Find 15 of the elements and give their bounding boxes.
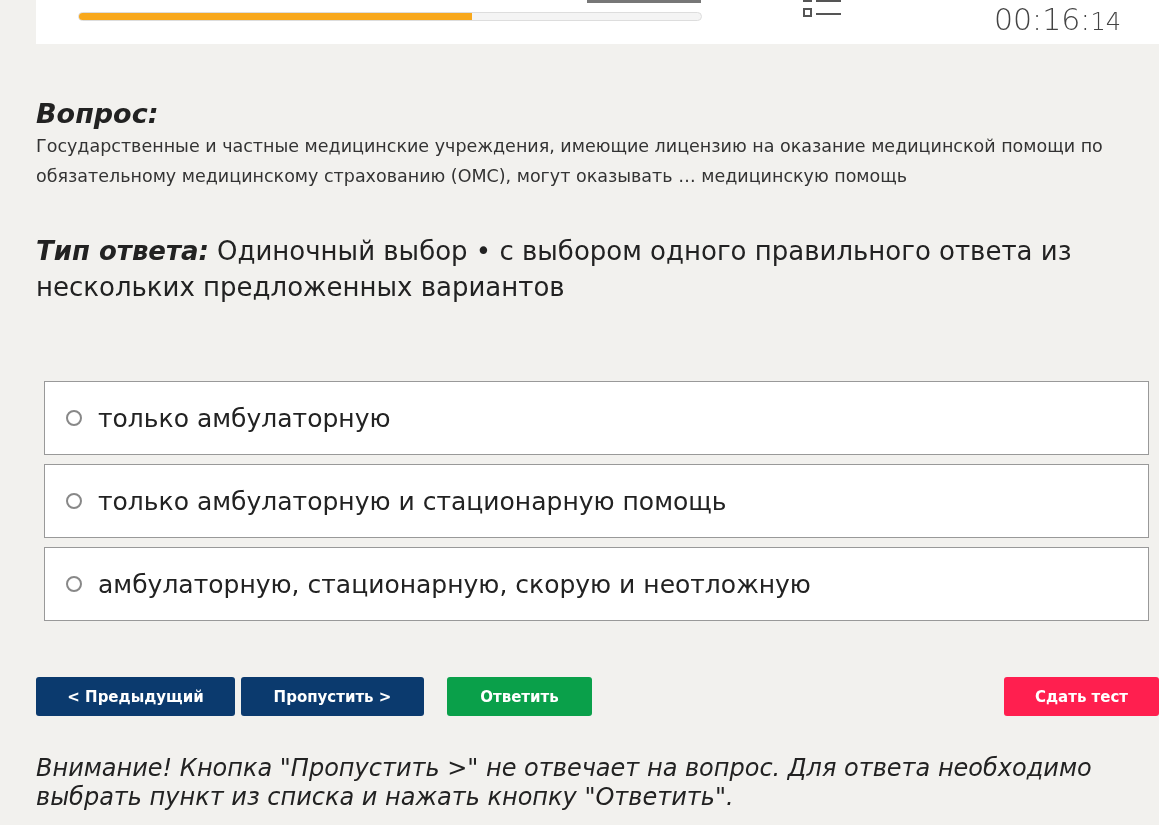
submit-test-button[interactable]: Сдать тест [1004,677,1159,716]
radio-button[interactable] [66,410,82,426]
answer-option[interactable]: только амбулаторную [44,381,1149,455]
radio-button[interactable] [66,576,82,592]
answer-option[interactable]: амбулаторную, стационарную, скорую и неотложную [44,547,1149,621]
list-icon[interactable] [803,0,841,18]
question-label: Вопрос: [36,98,160,129]
previous-button[interactable]: < Предыдущий [36,677,235,716]
timer: 00:16:14 [993,2,1121,39]
answer-option[interactable]: только амбулаторную и стационарную помощь [44,464,1149,538]
question-text: Государственные и частные медицинские учреждения, имеющие лицензию на оказание медицинской помощи по обязательному медицинскому страхованию (ОМС), могут оказывать … медицинскую помощь [36,135,1104,188]
radio-button[interactable] [66,493,82,509]
skip-button[interactable]: Пропустить > [241,677,424,716]
answer-type-text: Тип ответа: Одиночный выбор • с выбором одного правильного ответа из нескольких предложенных вариантов [36,235,1073,304]
notice-text: Внимание! Кнопка "Пропустить >" не отвечает на вопрос. Для ответа необходимо выбрать пункт из списка и нажать кнопку "Ответить". [36,754,1093,812]
